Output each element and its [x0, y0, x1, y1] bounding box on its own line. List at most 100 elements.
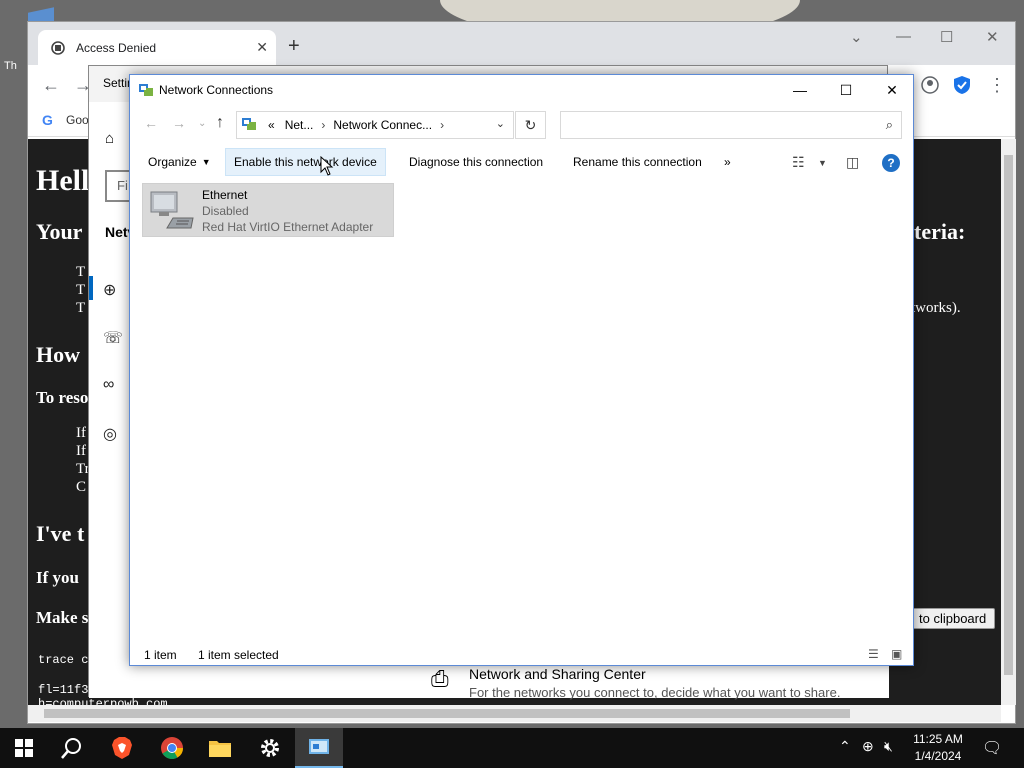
- network-sharing-center-link[interactable]: ⎙ Network and Sharing Center For the net…: [409, 662, 889, 700]
- tab-search-icon[interactable]: ⌄: [850, 28, 863, 46]
- minimize-icon[interactable]: —: [777, 75, 823, 105]
- recent-locations-icon[interactable]: ⌄: [198, 118, 206, 129]
- proxy-globe-icon[interactable]: ◎: [103, 424, 117, 444]
- address-bar: ← → ⌄ ↑ « Net... › Network Connec... › ⌄…: [130, 107, 913, 141]
- organize-button[interactable]: Organize ▼: [140, 148, 219, 176]
- network-folder-icon: [241, 116, 259, 134]
- volume-muted-icon[interactable]: 🔇︎: [884, 738, 893, 755]
- breadcrumb-overflow[interactable]: «: [268, 118, 275, 132]
- vertical-scrollbar[interactable]: [1001, 139, 1016, 705]
- network-adapter-icon: [147, 188, 197, 232]
- list-item-tail: tworks).: [911, 300, 961, 316]
- clock-date: 1/4/2024: [914, 749, 962, 763]
- new-tab-button[interactable]: +: [288, 35, 300, 58]
- vpn-icon[interactable]: ∞: [103, 376, 114, 394]
- status-globe-icon[interactable]: ⊕: [103, 280, 116, 300]
- list-item: T: [76, 264, 86, 280]
- refresh-button[interactable]: ↻: [515, 111, 546, 139]
- extension-shield-icon[interactable]: [952, 75, 972, 95]
- taskbar-brave[interactable]: [98, 728, 146, 768]
- change-view-icon[interactable]: ☷: [792, 154, 805, 171]
- section-heading: Your: [36, 219, 83, 244]
- taskbar: ⌃ ⊕ 🔇︎ 11:25 AM 1/4/2024 🗨︎: [0, 728, 1024, 768]
- organize-label: Organize: [148, 155, 197, 169]
- section-heading-tail: teria:: [914, 219, 966, 244]
- bookmark-google[interactable]: Goo: [66, 113, 89, 127]
- tab-close-icon[interactable]: ✕: [256, 39, 268, 56]
- selected-count: 1 item selected: [198, 648, 279, 662]
- scroll-thumb[interactable]: [44, 709, 850, 718]
- scroll-thumb[interactable]: [1004, 155, 1013, 675]
- close-icon[interactable]: ✕: [869, 75, 915, 105]
- network-globe-icon[interactable]: ⊕: [862, 738, 874, 755]
- chevron-right-icon[interactable]: ›: [440, 118, 444, 132]
- diagnose-button[interactable]: Diagnose this connection: [401, 148, 551, 176]
- breadcrumb-network-connections[interactable]: Network Connec...: [333, 118, 432, 132]
- help-icon[interactable]: ?: [882, 154, 900, 172]
- breadcrumb-network[interactable]: Net...: [285, 118, 314, 132]
- status-bar: 1 item 1 item selected ☰ ▣: [130, 645, 913, 665]
- more-commands-button[interactable]: »: [716, 148, 739, 176]
- search-icon[interactable]: ⌕: [886, 117, 893, 133]
- start-button[interactable]: [0, 728, 48, 768]
- trace-text: h=computerpowb.com: [38, 697, 168, 705]
- list-item: If: [76, 443, 86, 459]
- chevron-down-icon[interactable]: ▼: [818, 158, 827, 168]
- clock[interactable]: 11:25 AM 1/4/2024: [905, 731, 971, 765]
- show-hidden-icons-icon[interactable]: ⌃: [839, 738, 851, 755]
- back-icon[interactable]: ←: [144, 115, 158, 131]
- chevron-right-icon[interactable]: ›: [321, 118, 325, 132]
- browser-tab[interactable]: Access Denied ✕: [38, 30, 276, 65]
- details-view-icon[interactable]: ☰: [868, 647, 879, 661]
- home-icon[interactable]: ⌂: [105, 130, 114, 147]
- maximize-icon[interactable]: ☐: [823, 75, 869, 105]
- command-bar: Organize ▼ Enable this network device Di…: [130, 148, 913, 178]
- horizontal-scrollbar[interactable]: [28, 705, 1001, 722]
- dialup-icon[interactable]: ☏: [103, 328, 123, 348]
- nsc-title: Network and Sharing Center: [469, 666, 646, 682]
- profile-icon[interactable]: [920, 75, 940, 95]
- minimize-icon[interactable]: —: [896, 28, 911, 45]
- mouse-cursor-icon: [320, 156, 334, 176]
- search-icon: [61, 738, 81, 759]
- close-icon[interactable]: ✕: [986, 28, 999, 46]
- file-list: Ethernet Disabled Red Hat VirtIO Etherne…: [130, 179, 913, 639]
- window-title: Network Connections: [159, 83, 274, 97]
- taskbar-settings[interactable]: [246, 728, 294, 768]
- list-item: T: [76, 282, 86, 298]
- item-status: Disabled: [202, 204, 249, 218]
- rename-button[interactable]: Rename this connection: [565, 148, 710, 176]
- taskbar-file-explorer[interactable]: [196, 728, 244, 768]
- preview-pane-icon[interactable]: ◫: [846, 154, 859, 171]
- taskbar-network-connections[interactable]: [295, 728, 343, 768]
- back-icon[interactable]: ←: [42, 75, 60, 96]
- chevron-down-icon[interactable]: ⌄: [496, 117, 505, 130]
- search-button[interactable]: [48, 728, 96, 768]
- nsc-subtitle: For the networks you connect to, decide …: [469, 685, 841, 700]
- list-item: T: [76, 300, 86, 316]
- clock-time: 11:25 AM: [913, 732, 963, 746]
- chrome-titlebar: Access Denied ✕ + ⌄ — ☐ ✕: [28, 22, 1015, 65]
- search-input[interactable]: ⌕: [560, 111, 902, 139]
- item-name: Ethernet: [202, 188, 248, 202]
- menu-icon[interactable]: ⋮: [988, 75, 1006, 96]
- address-field[interactable]: « Net... › Network Connec... › ⌄: [236, 111, 514, 139]
- large-icons-view-icon[interactable]: ▣: [891, 647, 902, 661]
- maximize-icon[interactable]: ☐: [940, 28, 953, 46]
- up-icon[interactable]: ↑: [216, 114, 224, 132]
- sub-heading: If you: [36, 568, 79, 587]
- enable-device-button[interactable]: Enable this network device: [225, 148, 386, 176]
- control-panel-icon: [309, 739, 329, 754]
- notifications-icon[interactable]: 🗨︎: [982, 738, 1002, 758]
- list-item-ethernet[interactable]: Ethernet Disabled Red Hat VirtIO Etherne…: [142, 183, 394, 237]
- trace-text: fl=11f3: [38, 683, 89, 697]
- window-titlebar: Network Connections — ☐ ✕: [130, 75, 913, 105]
- google-icon: G: [42, 112, 53, 128]
- chrome-icon: [161, 737, 183, 759]
- tab-favicon-icon: [50, 40, 66, 56]
- forward-icon[interactable]: →: [172, 115, 186, 131]
- taskbar-chrome[interactable]: [148, 728, 196, 768]
- list-item: C: [76, 479, 87, 495]
- copy-to-clipboard-button[interactable]: to clipboard: [910, 608, 996, 629]
- page-heading: Hell: [36, 164, 90, 197]
